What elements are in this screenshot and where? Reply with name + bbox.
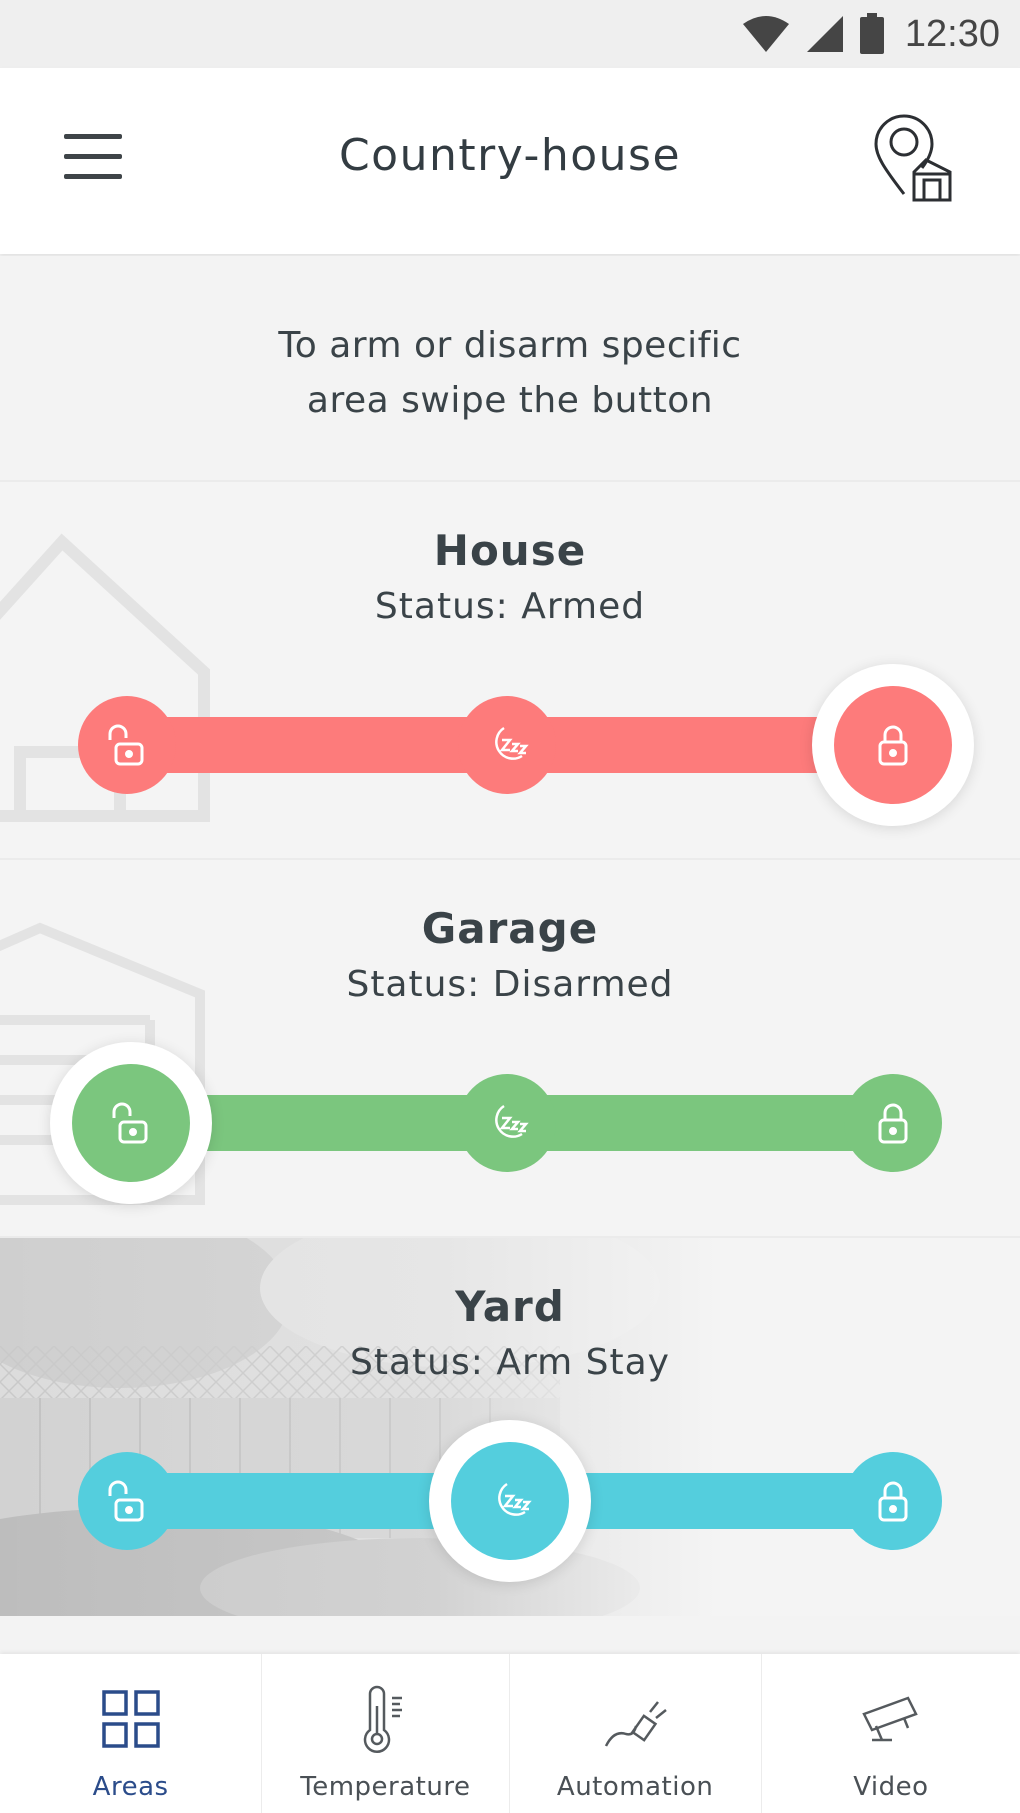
- unlock-icon: [112, 1102, 148, 1144]
- disarm-knob[interactable]: [78, 696, 176, 794]
- unlock-icon: [108, 724, 144, 766]
- lock-icon: [878, 1481, 908, 1522]
- status-bar: 12:30: [0, 0, 1020, 68]
- hint-line-2: area swipe the button: [306, 380, 714, 421]
- areas-list: To arm or disarm specific area swipe the…: [0, 256, 1020, 1650]
- lock-icon: [878, 725, 908, 766]
- location-pin-icon: [874, 114, 952, 202]
- camera-icon: [862, 1696, 918, 1742]
- signal-icon: [806, 16, 843, 52]
- sleep-icon: [495, 1104, 529, 1138]
- arm-slider[interactable]: [0, 860, 1020, 1238]
- hint-line-1: To arm or disarm specific: [278, 325, 742, 366]
- arm-knob[interactable]: [844, 1074, 942, 1172]
- wifi-icon: [742, 16, 789, 52]
- bottom-nav: Areas Temperature Automation Video: [0, 1654, 1020, 1813]
- lock-icon: [878, 1103, 908, 1144]
- menu-button[interactable]: [58, 134, 128, 188]
- hint-panel: To arm or disarm specific area swipe the…: [0, 256, 1020, 480]
- nav-label: Temperature: [300, 1772, 471, 1802]
- stay-knob[interactable]: [458, 1074, 556, 1172]
- arm-slider[interactable]: [0, 1238, 1020, 1616]
- nav-label: Automation: [556, 1772, 714, 1802]
- menu-icon: [64, 134, 122, 139]
- stay-knob[interactable]: [458, 696, 556, 794]
- arm-knob[interactable]: [834, 686, 952, 804]
- app-bar: Country-house: [0, 68, 1020, 254]
- disarm-knob[interactable]: [72, 1064, 190, 1182]
- nav-label: Areas: [92, 1772, 169, 1802]
- clock: 12:30: [904, 12, 1000, 55]
- area-house: House Status: Armed: [0, 480, 1020, 860]
- sleep-icon: [498, 1482, 532, 1516]
- stay-knob[interactable]: [451, 1442, 569, 1560]
- arm-knob[interactable]: [844, 1452, 942, 1550]
- nav-label: Video: [853, 1772, 929, 1802]
- sleep-icon: [495, 726, 529, 760]
- battery-icon: [859, 13, 884, 54]
- page-title: Country-house: [338, 130, 682, 181]
- grid-icon: [101, 1690, 160, 1748]
- unlock-icon: [108, 1480, 144, 1522]
- plug-icon: [605, 1701, 667, 1747]
- thermometer-icon: [364, 1685, 403, 1753]
- area-garage: Garage Status: Disarmed: [0, 858, 1020, 1238]
- nav-automation[interactable]: Automation: [510, 1654, 762, 1813]
- area-yard: Yard Status: Arm Stay: [0, 1236, 1020, 1616]
- disarm-knob[interactable]: [78, 1452, 176, 1550]
- nav-temperature[interactable]: Temperature: [262, 1654, 510, 1813]
- nav-areas[interactable]: Areas: [0, 1654, 263, 1813]
- nav-video[interactable]: Video: [762, 1654, 1020, 1813]
- location-button[interactable]: [870, 112, 960, 212]
- arm-slider[interactable]: [0, 482, 1020, 860]
